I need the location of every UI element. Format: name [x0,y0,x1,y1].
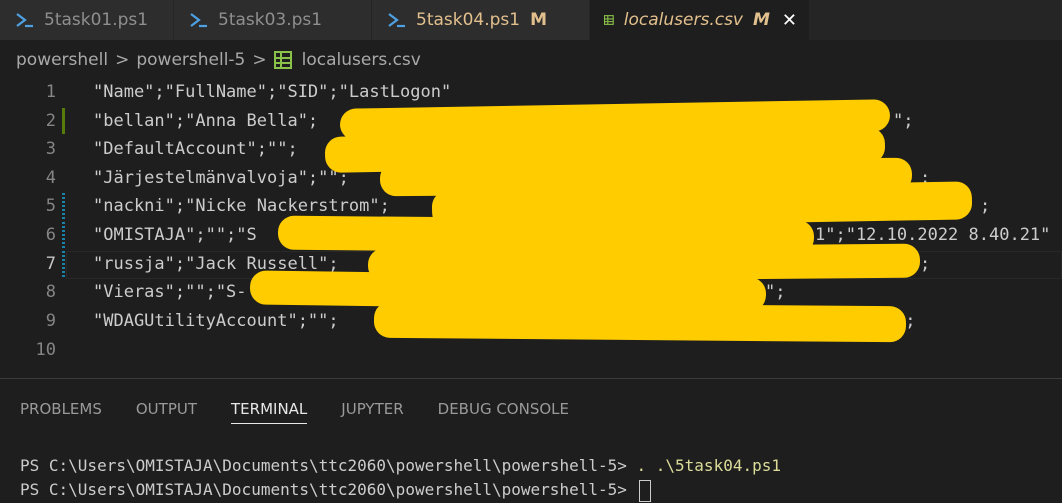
code-editor[interactable]: 1 "Name";"FullName";"SID";"LastLogon" 2 … [0,78,1062,368]
line-number: 10 [35,340,56,360]
line-text: "DefaultAccount";""; [93,139,298,159]
line-number: 4 [45,168,56,188]
line-text-tail: ; [920,254,931,274]
line-text-tail: "; [765,282,786,302]
tab-5task04[interactable]: 5task04.ps1 M [372,0,590,40]
line-text: "Name";"FullName";"SID";"LastLogon" [93,82,452,102]
line-number: 3 [45,139,56,159]
terminal[interactable]: PS C:\Users\OMISTAJA\Documents\ttc2060\p… [20,454,781,502]
editor-line: 10 [0,336,1062,364]
line-number: 7 [45,254,56,274]
redaction-mark [373,301,907,343]
line-number: 5 [45,196,56,216]
breadcrumb-item[interactable]: localusers.csv [302,50,421,70]
editor-line: 1 "Name";"FullName";"SID";"LastLogon" [0,78,1062,106]
added-line-marker [62,108,65,134]
powershell-icon [190,13,207,28]
line-number: 2 [45,111,56,131]
modified-line-marker [62,251,65,277]
breadcrumb-item[interactable]: powershell [16,50,108,70]
terminal-prompt: PS C:\Users\OMISTAJA\Documents\ttc2060\p… [20,456,637,475]
chevron-right-icon: > [252,50,267,70]
line-text: "WDAGUtilityAccount";""; [93,311,339,331]
tab-5task01[interactable]: 5task01.ps1 [0,0,174,40]
bottom-panel: PROBLEMS OUTPUT TERMINAL JUPYTER DEBUG C… [0,378,1062,503]
tab-debug-console[interactable]: DEBUG CONSOLE [438,395,569,423]
tab-label: 5task01.ps1 [44,10,149,30]
powershell-icon [16,13,33,28]
csv-file-icon [273,51,292,69]
terminal-command: . .\5task04.ps1 [636,456,782,475]
csv-file-icon [604,15,614,25]
tab-problems[interactable]: PROBLEMS [20,395,102,423]
modified-line-marker [62,222,65,248]
close-icon[interactable]: ✕ [782,10,797,31]
line-number: 8 [45,282,56,302]
tab-label: 5task04.ps1 [416,10,521,30]
tab-5task03[interactable]: 5task03.ps1 [174,0,372,40]
powershell-icon [388,13,405,28]
line-text-tail: "; [893,111,914,131]
editor-tab-bar: 5task01.ps1 5task03.ps1 5task04.ps1 M lo… [0,0,1062,40]
line-text: "Järjestelmänvalvoja";""; [93,168,349,188]
panel-tabs: PROBLEMS OUTPUT TERMINAL JUPYTER DEBUG C… [20,395,603,424]
line-number: 1 [45,82,56,102]
line-number: 9 [45,311,56,331]
tab-label: 5task03.ps1 [218,10,323,30]
modified-badge: M [530,10,548,30]
tab-localusers-csv[interactable]: localusers.csv M ✕ [590,0,810,40]
terminal-prompt: PS C:\Users\OMISTAJA\Documents\ttc2060\p… [20,480,637,499]
line-text: "bellan";"Anna Bella"; [93,111,319,131]
tab-output[interactable]: OUTPUT [136,395,197,423]
tab-label: localusers.csv [623,10,743,30]
chevron-right-icon: > [115,50,130,70]
breadcrumb: powershell > powershell-5 > localusers.c… [0,40,1062,80]
terminal-cursor [638,479,651,502]
modified-line-marker [62,193,65,219]
modified-badge: M [752,10,770,30]
line-text-tail: ; [980,196,991,216]
tab-terminal[interactable]: TERMINAL [231,395,308,424]
breadcrumb-item[interactable]: powershell-5 [136,50,245,70]
line-number: 6 [45,225,56,245]
line-text: "Vieras";"";"S- [93,282,247,302]
tab-jupyter[interactable]: JUPYTER [341,395,403,423]
line-text: "OMISTAJA";"";"S [93,225,257,245]
